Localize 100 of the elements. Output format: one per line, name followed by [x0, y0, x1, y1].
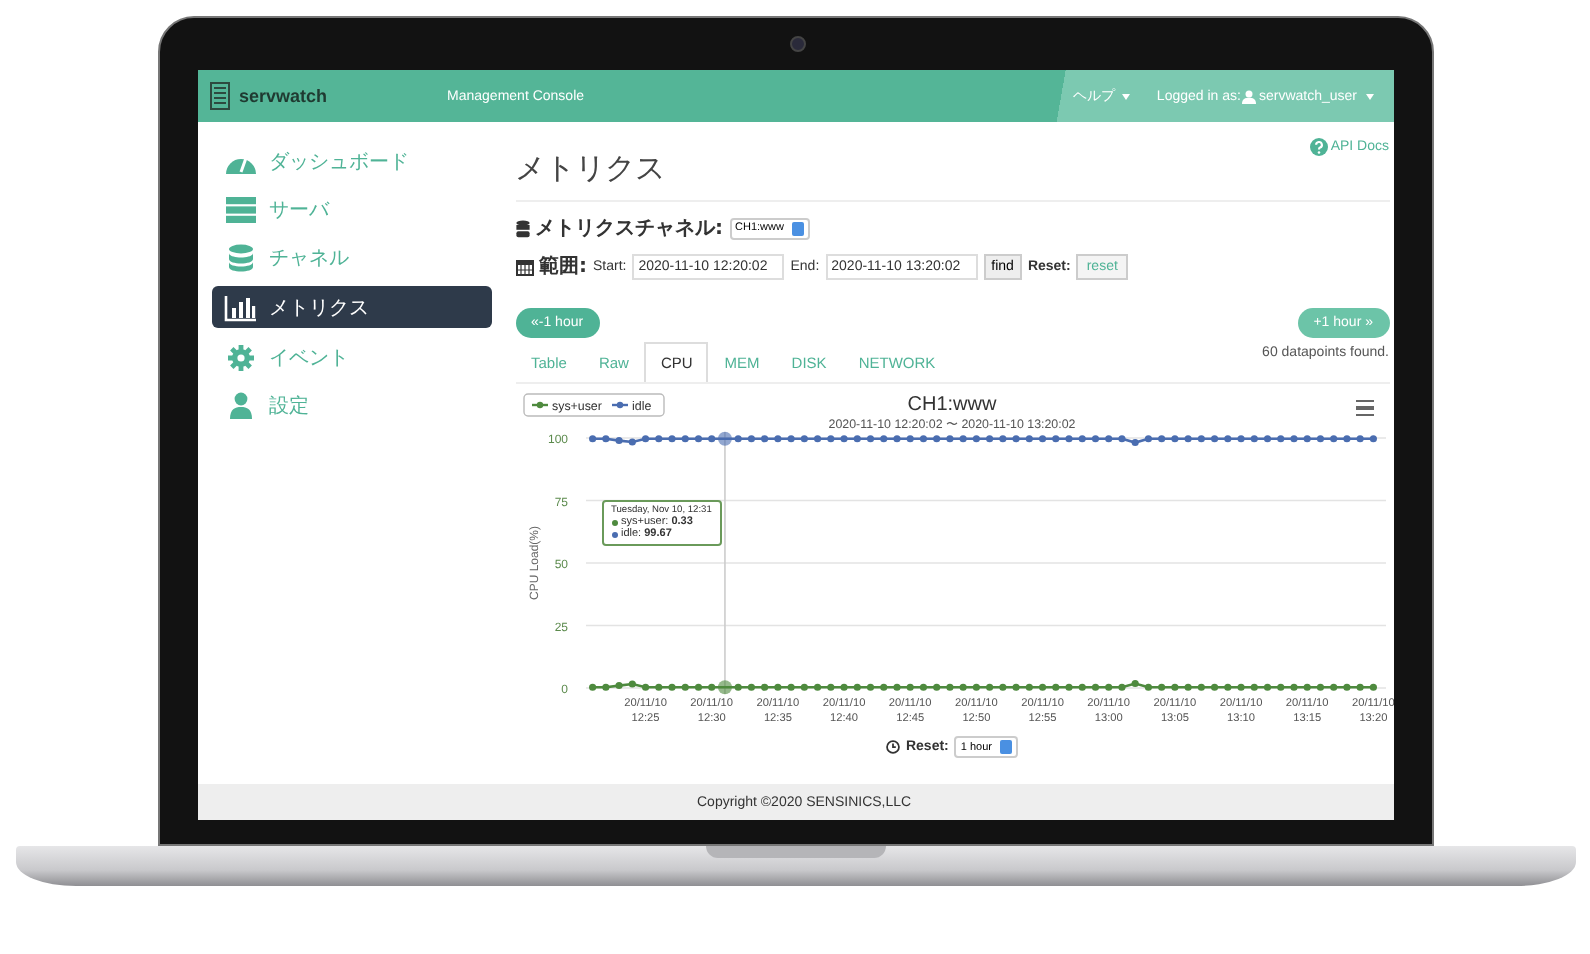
data-point [1302, 683, 1310, 691]
data-point [1143, 683, 1151, 691]
data-point [614, 681, 622, 690]
data-point [680, 435, 688, 443]
data-point [1276, 683, 1284, 691]
data-point [865, 435, 874, 443]
data-point [601, 435, 609, 443]
data-point [998, 435, 1006, 443]
data-point [1223, 683, 1231, 691]
data-point [614, 436, 622, 445]
data-point [693, 435, 702, 443]
data-point [667, 683, 675, 691]
data-point [640, 435, 649, 443]
menu-icon[interactable] [1355, 400, 1373, 416]
data-point [654, 435, 662, 443]
data-point [813, 435, 821, 443]
data-point [1368, 683, 1376, 691]
data-point [786, 435, 794, 443]
data-point [1329, 435, 1337, 443]
data-point [1104, 435, 1112, 443]
data-point [746, 683, 754, 691]
data-point [971, 435, 979, 443]
data-point [892, 683, 900, 691]
sidebar-item[interactable]: メトリクス [211, 286, 491, 328]
data-point [1090, 683, 1099, 691]
data-point [1037, 683, 1046, 691]
data-point [1210, 683, 1218, 691]
data-point [839, 435, 847, 443]
data-point [1236, 435, 1244, 443]
data-point [1064, 683, 1072, 691]
sidebar-item[interactable]: チャネル [211, 238, 491, 276]
data-point [879, 683, 887, 691]
data-point [799, 435, 807, 443]
sidebar-item[interactable]: サーバ [211, 190, 491, 228]
data-point [1342, 435, 1350, 443]
data-point [945, 435, 953, 443]
range-label: 範囲: [539, 253, 587, 280]
data-point [1355, 683, 1363, 691]
server-rack-icon [209, 82, 229, 110]
series-dot-icon [611, 519, 617, 525]
data-point [601, 683, 609, 691]
sidebar-item[interactable]: 設定 [211, 386, 491, 424]
data-point [1064, 435, 1072, 443]
data-point [640, 683, 649, 691]
data-point [1315, 683, 1324, 691]
data-point [905, 435, 913, 443]
series-dot-icon [611, 531, 617, 537]
data-point [786, 683, 794, 691]
data-point [760, 683, 768, 691]
data-point [627, 680, 635, 688]
user-icon [1242, 89, 1257, 103]
bar-chart-icon [223, 293, 257, 321]
brand-name[interactable]: servwatch [239, 86, 328, 106]
data-point [1130, 438, 1138, 447]
data-point [1183, 435, 1191, 443]
data-point [1368, 435, 1376, 443]
data-point [1130, 679, 1138, 688]
data-point [918, 435, 927, 443]
page-title: メトリクス [515, 150, 665, 188]
sidebar-item[interactable]: イベント [211, 338, 491, 376]
data-point [1262, 435, 1271, 443]
help-icon [1310, 138, 1329, 156]
data-point [1276, 435, 1284, 443]
data-point [852, 683, 860, 691]
data-point [865, 683, 874, 691]
data-point [1329, 683, 1337, 691]
data-point [1289, 683, 1297, 691]
data-point [1024, 683, 1032, 691]
data-point [773, 683, 781, 691]
data-point [839, 683, 847, 691]
data-point [958, 435, 966, 443]
data-point [826, 435, 834, 443]
data-point [1302, 435, 1310, 443]
data-point [1196, 683, 1204, 691]
data-point [852, 435, 860, 443]
data-point [1315, 435, 1324, 443]
data-point [773, 435, 781, 443]
sidebar-item[interactable]: ダッシュボード [211, 142, 491, 180]
data-point [588, 435, 596, 443]
data-point [1117, 683, 1125, 691]
data-point [1183, 683, 1191, 691]
data-point [1196, 435, 1204, 443]
data-point [1037, 435, 1046, 443]
data-point [958, 683, 966, 691]
data-point [1355, 435, 1363, 443]
data-point [1342, 683, 1350, 691]
chart-title: CH1:www [906, 394, 996, 416]
data-point [1289, 435, 1297, 443]
data-point [826, 683, 834, 691]
data-point [932, 683, 940, 691]
channel-label: メトリクスチャネル: [535, 216, 723, 242]
data-point [1011, 683, 1019, 691]
data-point [746, 435, 754, 443]
data-point [918, 683, 927, 691]
data-point [1117, 435, 1125, 443]
data-point [892, 435, 900, 443]
calendar-icon [515, 257, 533, 275]
data-point [971, 683, 979, 691]
camera-icon [789, 36, 805, 52]
database-icon [515, 219, 529, 237]
